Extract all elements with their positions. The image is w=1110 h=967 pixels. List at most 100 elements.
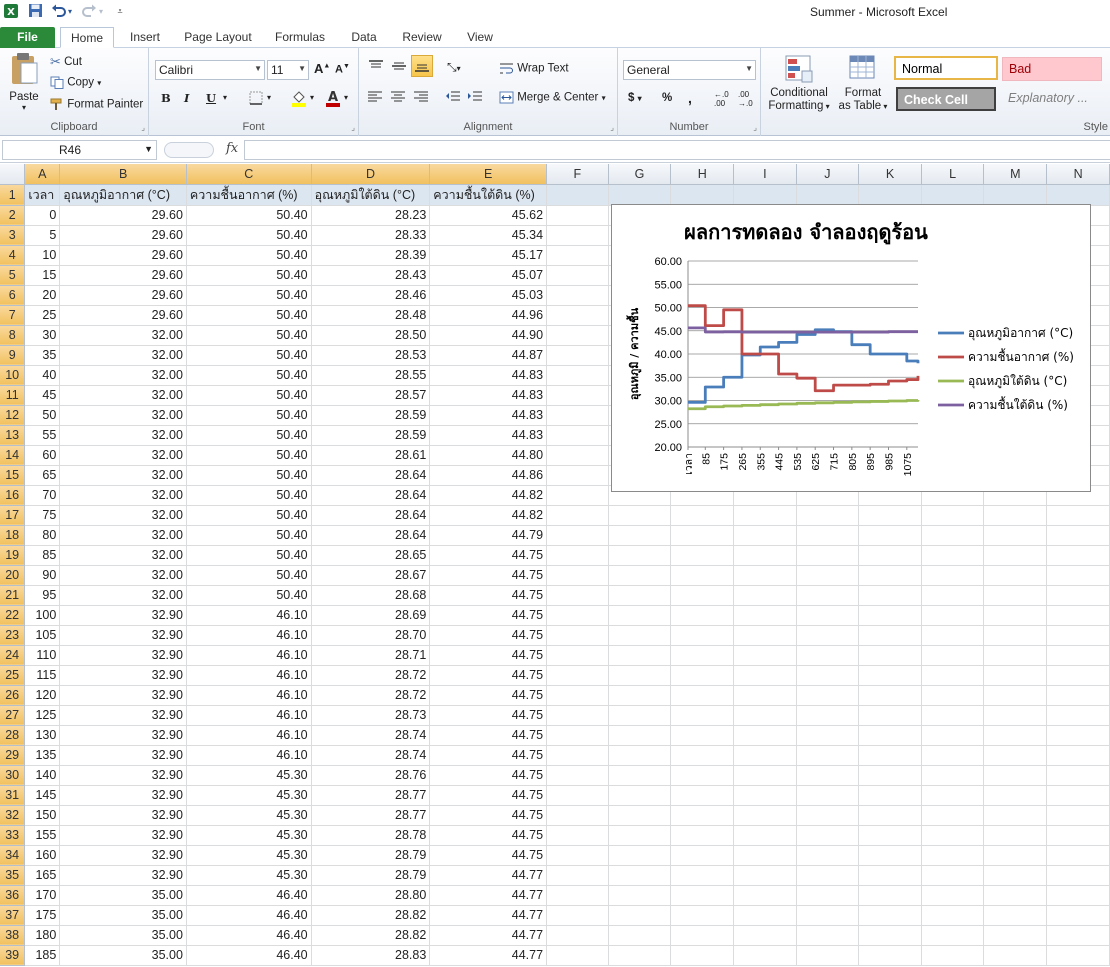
table-cell[interactable]: 50.40 — [186, 585, 312, 606]
merge-center-button[interactable]: Merge & Center ▾ — [499, 91, 606, 104]
empty-cell[interactable] — [546, 405, 609, 426]
empty-cell[interactable] — [670, 565, 735, 586]
empty-cell[interactable] — [546, 565, 609, 586]
empty-cell[interactable] — [670, 925, 735, 946]
row-header[interactable]: 21 — [0, 585, 26, 606]
table-cell[interactable]: 95 — [24, 585, 61, 606]
empty-cell[interactable] — [858, 805, 922, 826]
empty-cell[interactable] — [1046, 865, 1110, 886]
row-header[interactable]: 38 — [0, 925, 26, 946]
column-header[interactable]: H — [670, 164, 735, 185]
copy-button[interactable]: Copy ▾ — [50, 76, 101, 89]
table-cell[interactable]: 50.40 — [186, 325, 312, 346]
empty-cell[interactable] — [546, 945, 609, 966]
empty-cell[interactable] — [733, 825, 797, 846]
table-cell[interactable]: 28.80 — [311, 885, 431, 906]
table-cell[interactable]: 46.10 — [186, 745, 312, 766]
empty-cell[interactable] — [608, 545, 672, 566]
empty-cell[interactable] — [858, 765, 922, 786]
table-cell[interactable]: 44.75 — [429, 585, 548, 606]
align-right-button[interactable] — [413, 90, 429, 107]
table-cell[interactable]: 75 — [24, 505, 61, 526]
empty-cell[interactable] — [858, 505, 922, 526]
row-header[interactable]: 16 — [0, 485, 26, 506]
empty-cell[interactable] — [858, 785, 922, 806]
table-cell[interactable]: 44.96 — [429, 305, 548, 326]
table-cell[interactable]: 32.90 — [59, 685, 187, 706]
empty-cell[interactable] — [921, 725, 985, 746]
table-cell[interactable]: 50.40 — [186, 265, 312, 286]
empty-cell[interactable] — [670, 685, 735, 706]
table-cell[interactable]: 44.75 — [429, 725, 548, 746]
empty-cell[interactable] — [921, 765, 985, 786]
table-cell[interactable]: 32.00 — [59, 425, 187, 446]
table-cell[interactable]: 28.70 — [311, 625, 431, 646]
empty-cell[interactable] — [546, 705, 609, 726]
table-cell[interactable]: 28.79 — [311, 845, 431, 866]
empty-cell[interactable] — [546, 525, 609, 546]
orientation-button[interactable]: ⤡▾ — [447, 60, 461, 75]
table-cell[interactable]: 45.34 — [429, 225, 548, 246]
empty-cell[interactable] — [1046, 945, 1110, 966]
table-cell[interactable]: 46.10 — [186, 645, 312, 666]
empty-cell[interactable] — [983, 505, 1048, 526]
empty-cell[interactable] — [546, 805, 609, 826]
empty-cell[interactable] — [733, 865, 797, 886]
empty-cell[interactable] — [733, 745, 797, 766]
table-cell[interactable]: 44.75 — [429, 625, 548, 646]
empty-cell[interactable] — [1046, 705, 1110, 726]
table-cell[interactable]: 28.64 — [311, 465, 431, 486]
empty-cell[interactable] — [733, 705, 797, 726]
empty-cell[interactable] — [1046, 885, 1110, 906]
empty-cell[interactable] — [670, 625, 735, 646]
table-cell[interactable]: 85 — [24, 545, 61, 566]
empty-cell[interactable] — [733, 725, 797, 746]
row-header[interactable]: 29 — [0, 745, 26, 766]
column-header[interactable]: N — [1046, 164, 1110, 185]
table-cell[interactable]: 50.40 — [186, 245, 312, 266]
row-header[interactable]: 24 — [0, 645, 26, 666]
empty-cell[interactable] — [796, 705, 860, 726]
table-cell[interactable]: 105 — [24, 625, 61, 646]
empty-cell[interactable] — [670, 605, 735, 626]
row-header[interactable]: 33 — [0, 825, 26, 846]
empty-cell[interactable] — [546, 845, 609, 866]
table-cell[interactable]: 135 — [24, 745, 61, 766]
table-cell[interactable]: 46.10 — [186, 605, 312, 626]
row-header[interactable]: 4 — [0, 245, 26, 266]
table-cell[interactable]: 28.57 — [311, 385, 431, 406]
row-header[interactable]: 5 — [0, 265, 26, 286]
empty-cell[interactable] — [1046, 925, 1110, 946]
empty-cell[interactable] — [858, 745, 922, 766]
row-header[interactable]: 2 — [0, 205, 26, 226]
empty-cell[interactable] — [858, 925, 922, 946]
table-cell[interactable]: 32.00 — [59, 405, 187, 426]
table-cell[interactable]: 29.60 — [59, 285, 187, 306]
fill-color-dropdown-icon[interactable]: ▾ — [310, 93, 314, 102]
table-cell[interactable]: 20 — [24, 285, 61, 306]
empty-cell[interactable] — [1046, 585, 1110, 606]
empty-cell[interactable] — [670, 805, 735, 826]
row-header[interactable]: 9 — [0, 345, 26, 366]
empty-cell[interactable] — [858, 605, 922, 626]
table-cell[interactable]: 46.10 — [186, 665, 312, 686]
table-cell[interactable]: 32.00 — [59, 465, 187, 486]
percent-button[interactable]: % — [662, 92, 672, 104]
empty-cell[interactable] — [608, 525, 672, 546]
table-cell[interactable]: 32.90 — [59, 825, 187, 846]
column-header[interactable]: J — [796, 164, 860, 185]
table-cell[interactable]: 115 — [24, 665, 61, 686]
empty-cell[interactable] — [546, 285, 609, 306]
dialog-launcher-icon[interactable]: ⌟ — [141, 123, 145, 132]
decrease-decimal-button[interactable]: .00 →.0 — [738, 90, 753, 108]
empty-cell[interactable] — [733, 845, 797, 866]
table-cell[interactable]: 50.40 — [186, 545, 312, 566]
empty-cell[interactable] — [608, 705, 672, 726]
table-cell[interactable]: 50.40 — [186, 465, 312, 486]
empty-cell[interactable] — [796, 685, 860, 706]
table-cell[interactable]: 44.83 — [429, 405, 548, 426]
table-cell[interactable]: 32.00 — [59, 345, 187, 366]
empty-cell[interactable] — [608, 765, 672, 786]
empty-cell[interactable] — [608, 725, 672, 746]
tab-review[interactable]: Review — [396, 27, 448, 48]
